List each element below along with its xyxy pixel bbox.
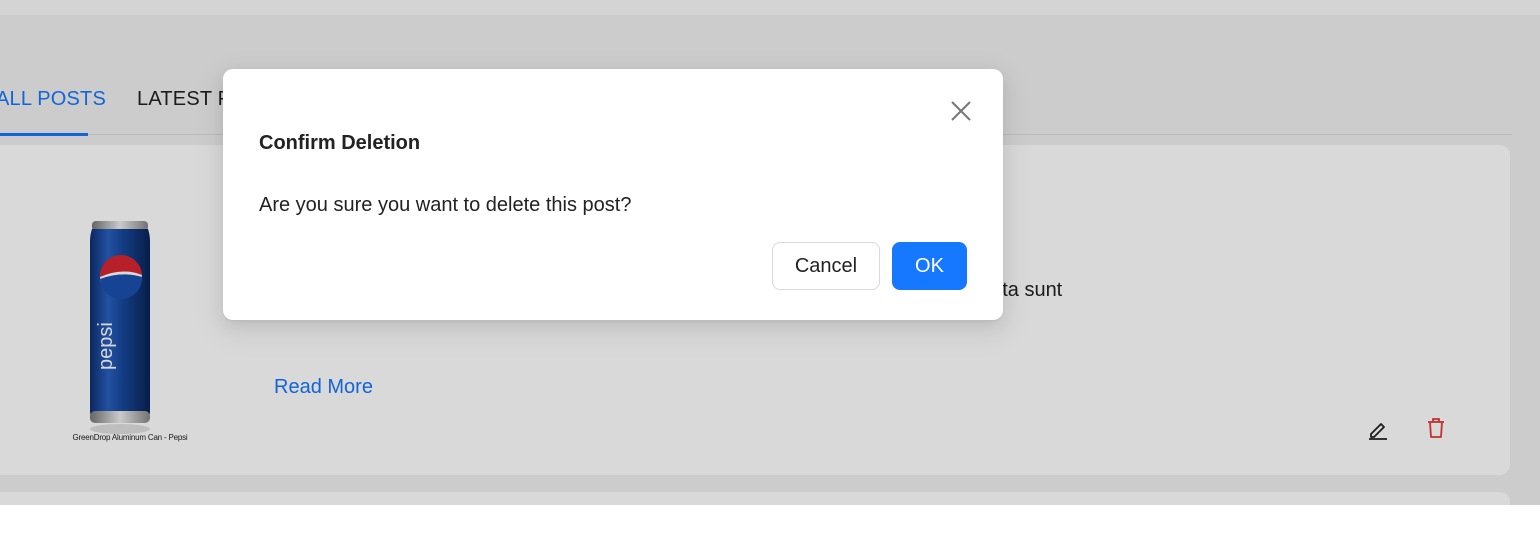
cancel-button[interactable]: Cancel [772, 242, 880, 290]
ok-button[interactable]: OK [892, 242, 967, 290]
dialog-title: Confirm Deletion [259, 132, 421, 154]
dialog-message: Are you sure you want to delete this pos… [259, 194, 632, 216]
confirm-dialog: Confirm Deletion Are you sure you want t… [223, 69, 1003, 320]
close-icon[interactable] [947, 97, 975, 125]
